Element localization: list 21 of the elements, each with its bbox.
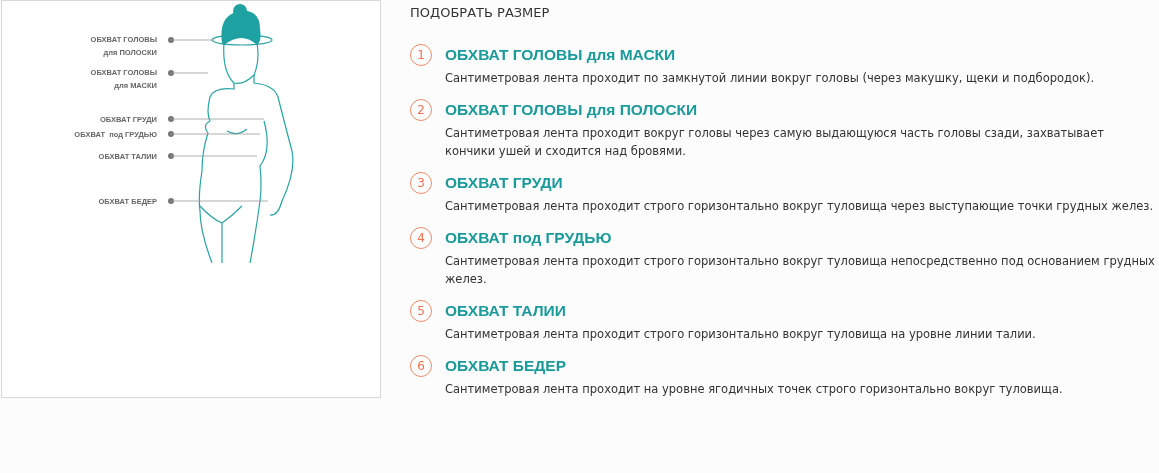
step-number: 5 <box>410 300 432 322</box>
step-title: ОБХВАТ ГРУДИ <box>445 173 564 193</box>
step-number: 4 <box>410 227 432 249</box>
step-description: Сантиметровая лента проходит на уровне ягодичных точек строго горизонтально вокруг туловища. <box>445 381 1064 398</box>
step-number: 6 <box>410 355 432 377</box>
leader-line <box>167 36 214 44</box>
step-title: ОБХВАТ под ГРУДЬЮ <box>445 228 613 248</box>
step-number: 2 <box>410 99 432 121</box>
section-heading: ПОДОБРАТЬ РАЗМЕР <box>410 4 551 22</box>
step-description: Сантиметровая лента проходит вокруг головы через самую выдающуюся часть головы сзади, захватывает кончики ушей и сходится над бровями. <box>445 125 1105 160</box>
step-title: ОБХВАТ БЕДЕР <box>445 356 567 376</box>
step-title: ОБХВАТ ГОЛОВЫ для ПОЛОСКИ <box>445 100 699 120</box>
step-description: Сантиметровая лента проходит строго горизонтально вокруг туловища на уровне линии талии. <box>445 326 1037 343</box>
step-description: Сантиметровая лента проходит по замкнутой линии вокруг головы (через макушку, щеки и подбородок). <box>445 70 1096 87</box>
step-description: Сантиметровая лента проходит строго горизонтально вокруг туловища непосредственно под основанием грудных желез. <box>445 253 1155 288</box>
leader-line <box>167 69 208 77</box>
step-title: ОБХВАТ ТАЛИИ <box>445 301 567 321</box>
step-title: ОБХВАТ ГОЛОВЫ для МАСКИ <box>445 45 677 65</box>
step-description: Сантиметровая лента проходит строго горизонтально вокруг туловища через выступающие точки грудных желез. <box>445 198 1155 215</box>
step-number: 3 <box>410 172 432 194</box>
step-number: 1 <box>410 44 432 66</box>
